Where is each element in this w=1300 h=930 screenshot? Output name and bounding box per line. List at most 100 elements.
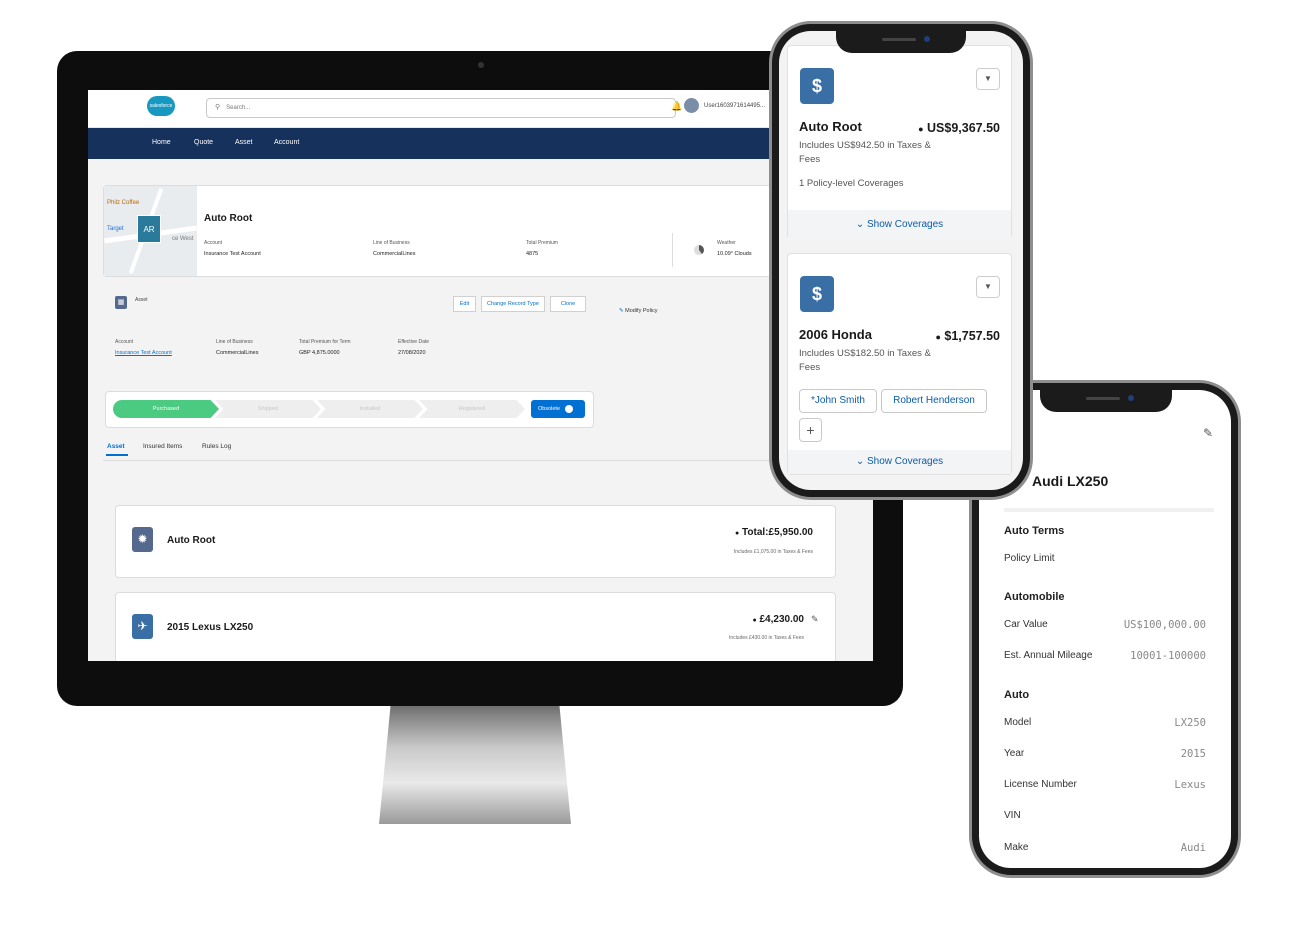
field-label: Total Premium bbox=[526, 240, 558, 246]
phone-1: $ ▼ Auto Root ● US$9,367.50 Includes US$… bbox=[769, 21, 1033, 500]
nav-item-account[interactable]: Account bbox=[274, 139, 299, 146]
policy-name: Auto Root bbox=[799, 119, 862, 134]
account-link[interactable]: Insurance Test Account bbox=[115, 350, 172, 356]
field-label: Est. Annual Mileage bbox=[1004, 650, 1093, 661]
field-value: Insurance Test Account bbox=[204, 251, 261, 257]
info-icon: ● bbox=[935, 332, 941, 342]
section-heading: Auto bbox=[1004, 689, 1030, 701]
divider bbox=[672, 233, 673, 267]
weather-icon bbox=[694, 245, 704, 255]
tab-rules-log[interactable]: Rules Log bbox=[202, 443, 231, 450]
record-avatar-badge: AR bbox=[137, 215, 161, 243]
path-step-shipped[interactable]: Shipped bbox=[215, 400, 321, 418]
app-navigation: Home Quote Asset Account bbox=[88, 128, 873, 159]
info-icon: ● bbox=[735, 530, 740, 537]
field-label: Model bbox=[1004, 717, 1032, 728]
card-menu-dropdown[interactable]: ▼ bbox=[976, 68, 1000, 90]
money-bag-icon: $ bbox=[800, 276, 834, 312]
edit-pencil-icon[interactable]: ✎ bbox=[1203, 426, 1213, 440]
help-icon bbox=[564, 404, 573, 413]
nav-item-home[interactable]: Home bbox=[152, 139, 171, 146]
field-label: Policy Limit bbox=[1004, 553, 1055, 564]
global-search-input[interactable]: ⚲ Search... bbox=[206, 98, 676, 118]
policy-coverage-count: 1 Policy-level Coverages bbox=[799, 178, 904, 189]
show-coverages-button[interactable]: ⌄ Show Coverages bbox=[788, 210, 1011, 240]
policy-card[interactable]: $ ▼ 2006 Honda ● $1,757.50 Includes US$1… bbox=[787, 253, 1012, 475]
field-value: CommercialLines bbox=[216, 350, 259, 356]
info-icon: ● bbox=[752, 617, 757, 624]
edit-button[interactable]: Edit bbox=[453, 296, 476, 312]
phone-1-screen: $ ▼ Auto Root ● US$9,367.50 Includes US$… bbox=[779, 31, 1023, 490]
divider bbox=[103, 460, 873, 461]
avatar[interactable] bbox=[684, 98, 699, 113]
field-value: Lexus bbox=[1174, 779, 1206, 791]
field-label: Account bbox=[115, 339, 134, 345]
tab-asset[interactable]: Asset bbox=[107, 443, 125, 450]
driver-chip[interactable]: Robert Henderson bbox=[881, 389, 987, 413]
field-value: CommercialLines bbox=[373, 251, 416, 257]
nav-item-asset[interactable]: Asset bbox=[235, 139, 253, 146]
path-step-purchased[interactable]: Purchased bbox=[113, 400, 219, 418]
nav-item-quote[interactable]: Quote bbox=[194, 139, 213, 146]
section-heading: Automobile bbox=[1004, 591, 1065, 603]
show-coverages-button[interactable]: ⌄ Show Coverages bbox=[788, 450, 1011, 474]
path-step-installed[interactable]: Installed bbox=[317, 400, 423, 418]
list-item[interactable] bbox=[115, 505, 836, 578]
map-label: ce West bbox=[172, 236, 194, 242]
field-value: LX250 bbox=[1174, 717, 1206, 729]
field-label: Effective Date bbox=[398, 339, 430, 345]
item-total: ● Total:£5,950.00 bbox=[628, 527, 813, 538]
field-label: Make bbox=[1004, 842, 1029, 853]
notification-bell-icon[interactable]: 🔔 bbox=[671, 101, 682, 112]
policy-card[interactable]: $ ▼ Auto Root ● US$9,367.50 Includes US$… bbox=[787, 45, 1012, 240]
show-coverages-label: Show Coverages bbox=[867, 456, 944, 467]
search-placeholder: Search... bbox=[226, 105, 251, 111]
pencil-icon: ✎ bbox=[619, 308, 624, 314]
modify-policy-label: Modify Policy bbox=[625, 308, 658, 314]
field-value: Audi bbox=[1180, 842, 1206, 854]
phone-notch bbox=[836, 29, 966, 53]
change-record-type-button[interactable]: Change Record Type bbox=[481, 296, 545, 312]
modify-policy-button[interactable]: ✎ Modify Policy bbox=[619, 308, 658, 314]
chevron-down-icon: ⌄ bbox=[855, 456, 865, 467]
item-total: ● £4,230.00 bbox=[608, 614, 804, 625]
section-heading: Auto Terms bbox=[1004, 525, 1065, 537]
edit-pencil-icon[interactable]: ✎ bbox=[811, 614, 819, 625]
status-path: Purchased Shipped Installed Registered bbox=[113, 400, 525, 418]
salesforce-logo[interactable]: salesforce bbox=[147, 96, 175, 116]
user-name[interactable]: User1603971614495... bbox=[704, 103, 765, 109]
add-driver-button[interactable]: + bbox=[799, 418, 822, 442]
field-label: Line of Business bbox=[373, 240, 410, 246]
policy-price-value: US$9,367.50 bbox=[927, 121, 1000, 135]
imac-stand bbox=[379, 706, 571, 824]
field-value: 4875 bbox=[526, 251, 539, 257]
chevron-down-icon: ⌄ bbox=[855, 219, 865, 230]
field-label: Line of Business bbox=[216, 339, 253, 345]
field-label: Total Premium for Term bbox=[299, 339, 351, 345]
item-taxes: Includes £1,075.00 in Taxes & Fees bbox=[733, 549, 813, 555]
field-value: 10.09° Clouds bbox=[717, 251, 752, 257]
item-name: 2015 Lexus LX250 bbox=[167, 622, 254, 633]
obsolete-button[interactable]: Obsolete bbox=[531, 400, 585, 418]
desktop-screen: salesforce ⚲ Search... 🔔 User160397161449… bbox=[88, 90, 873, 661]
plane-icon: ✈ bbox=[132, 614, 153, 639]
driver-chip[interactable]: *John Smith bbox=[799, 389, 877, 413]
card-menu-dropdown[interactable]: ▼ bbox=[976, 276, 1000, 298]
record-title: Audi LX250 bbox=[1032, 473, 1109, 489]
field-label: Car Value bbox=[1004, 619, 1048, 630]
policy-name: 2006 Honda bbox=[799, 327, 872, 342]
asset-label: Asset bbox=[135, 297, 148, 303]
policy-taxes: Includes US$182.50 in Taxes & Fees bbox=[799, 348, 931, 373]
tab-insured-items[interactable]: Insured Items bbox=[143, 443, 182, 450]
field-label: VIN bbox=[1004, 810, 1021, 821]
clone-button[interactable]: Clone bbox=[550, 296, 586, 312]
global-header: salesforce ⚲ Search... 🔔 User160397161449… bbox=[88, 90, 873, 128]
map-label: Target bbox=[107, 226, 124, 232]
field-value: 10001-100000 bbox=[1130, 650, 1206, 662]
policy-price-value: $1,757.50 bbox=[944, 329, 1000, 343]
path-step-registered[interactable]: Registered bbox=[419, 400, 525, 418]
item-name: Auto Root bbox=[167, 535, 216, 546]
medal-icon: ✹ bbox=[132, 527, 153, 552]
policy-price: ● US$9,367.50 bbox=[898, 121, 1000, 135]
field-label: Year bbox=[1004, 748, 1025, 759]
